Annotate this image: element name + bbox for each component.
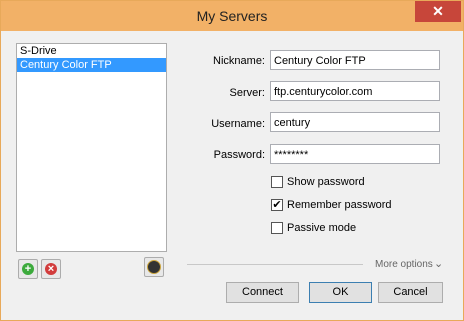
remember-password-checkbox[interactable]: ✔ (271, 199, 283, 211)
passive-mode-option[interactable]: Passive mode (271, 221, 356, 235)
passive-mode-label: Passive mode (287, 222, 357, 234)
connect-button[interactable]: Connect (226, 282, 299, 303)
ok-button[interactable]: OK (309, 282, 372, 303)
show-password-label: Show password (287, 176, 365, 188)
separator (187, 264, 363, 265)
server-list-item-selected[interactable]: Century Color FTP (17, 58, 166, 72)
show-password-option[interactable]: Show password (271, 175, 365, 189)
more-options-link[interactable]: More options (375, 259, 433, 270)
remember-password-label: Remember password (287, 199, 392, 211)
passive-mode-checkbox[interactable] (271, 222, 283, 234)
add-server-button[interactable]: + (18, 259, 38, 279)
nickname-field[interactable]: Century Color FTP (270, 50, 440, 70)
server-field[interactable]: ftp.centurycolor.com (270, 81, 440, 101)
chevron-double-down-icon[interactable]: ⌄ (434, 257, 443, 270)
remember-password-option[interactable]: ✔ Remember password (271, 198, 392, 212)
close-button[interactable]: ✕ (415, 1, 461, 22)
nickname-label: Nickname: (213, 55, 265, 67)
remove-server-button[interactable]: × (41, 259, 61, 279)
server-list-item[interactable]: S-Drive (17, 44, 166, 58)
close-icon: ✕ (432, 3, 444, 19)
cancel-button[interactable]: Cancel (378, 282, 443, 303)
password-field[interactable]: ******** (270, 144, 440, 164)
server-list[interactable]: S-Drive Century Color FTP (16, 43, 167, 252)
server-label: Server: (229, 87, 265, 99)
title-bar[interactable]: My Servers ✕ (1, 1, 463, 31)
dialog-window: My Servers ✕ S-Drive Century Color FTP N… (0, 0, 464, 321)
server-settings-icon (147, 260, 161, 274)
add-server-icon: + (22, 263, 34, 275)
remove-server-icon: × (45, 263, 57, 275)
show-password-checkbox[interactable] (271, 176, 283, 188)
password-label: Password: (213, 149, 265, 161)
username-label: Username: (211, 118, 265, 130)
username-field[interactable]: century (270, 112, 440, 132)
server-settings-button[interactable] (144, 257, 164, 277)
window-title: My Servers (196, 8, 268, 24)
